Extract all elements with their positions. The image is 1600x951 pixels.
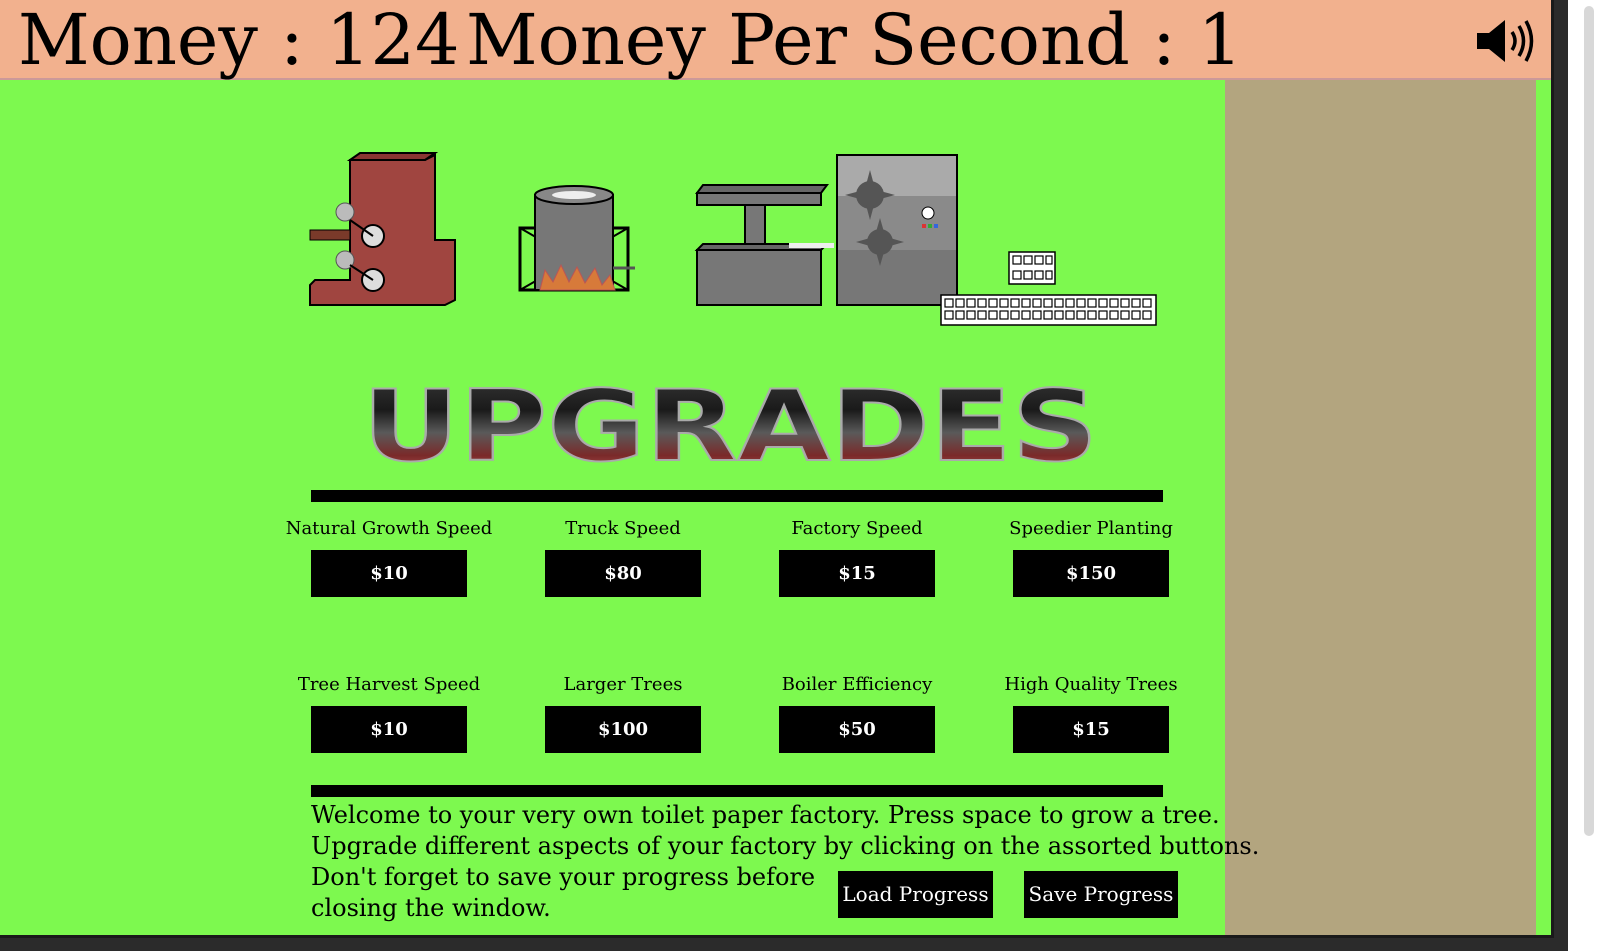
scrollbar-thumb[interactable] — [1584, 6, 1594, 836]
speaker-icon[interactable] — [1475, 18, 1537, 64]
upgrade-truck-speed: Truck Speed $80 — [545, 518, 701, 597]
packaging-machine — [836, 154, 958, 306]
upgrades-title-text: UPGRADES — [362, 378, 1098, 476]
factory-scene — [309, 152, 1157, 326]
upgrade-label: Speedier Planting — [1009, 518, 1173, 539]
buy-speedier-planting-button[interactable]: $150 — [1013, 550, 1169, 597]
upgrade-label: Truck Speed — [565, 518, 681, 539]
buy-larger-trees-button[interactable]: $100 — [545, 706, 701, 753]
buy-factory-speed-button[interactable]: $15 — [779, 550, 935, 597]
divider-bottom — [311, 785, 1163, 797]
money-per-second-counter: Money Per Second : 1 — [466, 0, 1243, 81]
upgrade-label: Tree Harvest Speed — [297, 674, 481, 695]
buy-high-quality-trees-button[interactable]: $15 — [1013, 706, 1169, 753]
intro-line-1: Welcome to your very own toilet paper fa… — [311, 801, 1220, 829]
upgrade-label: High Quality Trees — [1004, 674, 1178, 695]
buy-natural-growth-speed-button[interactable]: $10 — [311, 550, 467, 597]
upgrade-boiler-efficiency: Boiler Efficiency $50 — [779, 674, 935, 753]
buy-tree-harvest-speed-button[interactable]: $10 — [311, 706, 467, 753]
upgrade-label: Natural Growth Speed — [285, 518, 493, 539]
upgrades-title: UPGRADES — [361, 378, 1099, 476]
buy-truck-speed-button[interactable]: $80 — [545, 550, 701, 597]
divider-top — [311, 490, 1163, 502]
press-machine — [694, 184, 834, 306]
money-counter: Money : 124 — [18, 0, 460, 81]
upgrade-natural-growth-speed: Natural Growth Speed $10 — [286, 518, 492, 597]
top-bar: Money : 124 Money Per Second : 1 — [0, 0, 1551, 80]
upgrade-larger-trees: Larger Trees $100 — [545, 674, 701, 753]
tree-field-panel — [1225, 80, 1536, 935]
saw-machine — [309, 152, 456, 306]
upgrade-factory-speed: Factory Speed $15 — [779, 518, 935, 597]
toilet-paper-packs — [940, 251, 1157, 326]
upgrade-high-quality-trees: High Quality Trees $15 — [1004, 674, 1178, 753]
load-progress-button[interactable]: Load Progress — [838, 871, 993, 918]
boiler — [518, 185, 635, 292]
save-progress-button[interactable]: Save Progress — [1024, 871, 1178, 918]
game-frame: Money : 124 Money Per Second : 1 UPGRADE… — [0, 0, 1554, 938]
intro-line-2: Upgrade different aspects of your factor… — [311, 832, 1260, 860]
upgrade-label: Factory Speed — [791, 518, 923, 539]
upgrade-tree-harvest-speed: Tree Harvest Speed $10 — [298, 674, 480, 753]
upgrade-speedier-planting: Speedier Planting $150 — [1009, 518, 1173, 597]
buy-boiler-efficiency-button[interactable]: $50 — [779, 706, 935, 753]
upgrade-label: Larger Trees — [563, 674, 683, 695]
upgrade-label: Boiler Efficiency — [781, 674, 933, 695]
